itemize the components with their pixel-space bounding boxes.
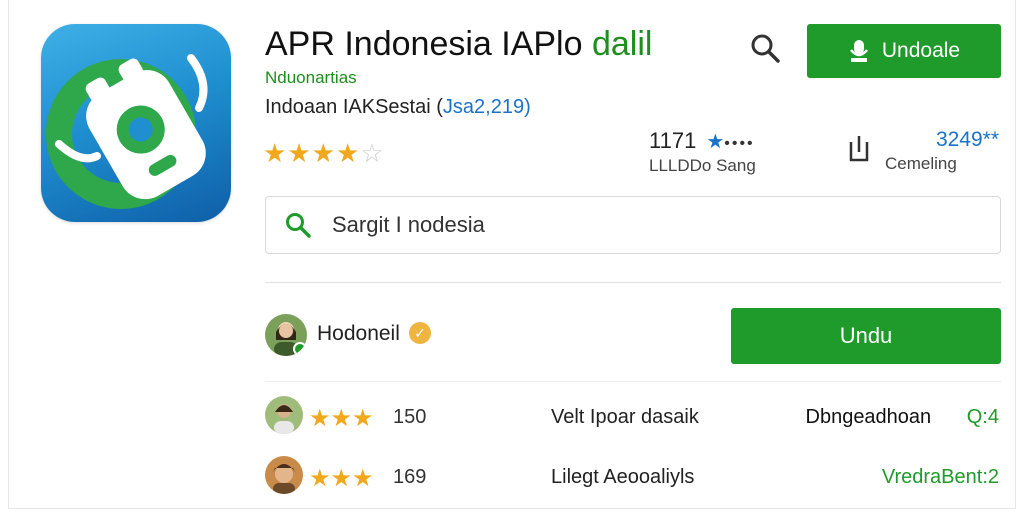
- install-button-label: Undoale: [881, 39, 961, 62]
- app-meta-close: ): [524, 96, 531, 118]
- review-text: Velt Ipoar dasaik: [551, 406, 699, 428]
- app-title-accent: dalil: [591, 25, 653, 63]
- developer-name[interactable]: Hodoneil: [317, 322, 400, 346]
- mic-icon: [849, 40, 868, 62]
- rating-stat-label: LLLDDo Sang: [649, 156, 756, 175]
- review-stars: ★★★: [309, 405, 374, 432]
- star-icon: ★: [311, 138, 336, 168]
- divider: [265, 282, 1001, 283]
- review-meta-text: VredraBent:2: [881, 466, 999, 488]
- download-button-label: Undu: [839, 323, 893, 348]
- developer-avatar[interactable]: [265, 314, 307, 356]
- rating-count: 1171: [649, 128, 697, 153]
- app-logo-icon[interactable]: [41, 24, 231, 222]
- search-bar[interactable]: [265, 196, 1001, 254]
- empty-star-icon: ☆: [360, 138, 385, 168]
- review-meta-value: Q:4: [966, 406, 999, 428]
- rating-stat: 1171 ★•••• LLLDDo Sang: [649, 128, 799, 176]
- review-text: Lilegt Aeooaliyls: [551, 466, 695, 488]
- verified-badge-icon: ✓: [409, 322, 431, 344]
- divider: [265, 381, 1001, 382]
- review-meta: VredraBent:2: [882, 466, 999, 489]
- app-meta-value: Jsa2,219: [442, 96, 525, 118]
- app-title: APR Indonesia IAPlo dalil: [265, 22, 652, 66]
- search-icon: [286, 213, 311, 238]
- review-stars: ★★★: [309, 465, 374, 492]
- star-icon: ★: [287, 138, 312, 168]
- reviewer-avatar: [265, 396, 303, 434]
- app-detail-card: APR Indonesia IAPlo dalil Nduonartias In…: [8, 0, 1016, 509]
- review-row[interactable]: ★★★ 150 Velt Ipoar dasaik Dbngeadhoan Q:…: [265, 396, 1005, 440]
- app-rating-stars: ★★★★☆: [263, 138, 385, 169]
- developer-link[interactable]: Nduonartias: [265, 68, 357, 88]
- search-icon[interactable]: [747, 30, 783, 66]
- review-meta-text: Dbngeadhoan: [805, 406, 932, 428]
- downloads-stat: 3249** Cemeling: [885, 128, 1015, 174]
- star-icon: ★: [263, 138, 288, 168]
- search-input[interactable]: [330, 209, 974, 241]
- downloads-count: 3249**: [935, 128, 999, 151]
- review-meta: Dbngeadhoan Q:4: [806, 406, 1000, 429]
- app-meta-text: Indoaan IAKSestai (: [265, 96, 443, 118]
- reviewer-avatar: [265, 456, 303, 494]
- app-title-main: APR Indonesia IAPlo: [265, 25, 583, 63]
- rating-dots: ••••: [724, 135, 755, 152]
- review-count: 169: [393, 466, 427, 488]
- review-row[interactable]: ★★★ 169 Lilegt Aeooaliyls VredraBent:2: [265, 456, 1005, 500]
- download-button[interactable]: Undu: [731, 308, 1001, 364]
- app-meta: Indoaan IAKSestai (Jsa2,219): [265, 96, 531, 119]
- rating-star-icon: ★: [706, 131, 725, 153]
- download-icon: [845, 134, 873, 171]
- review-count: 150: [393, 406, 427, 428]
- install-button[interactable]: Undoale: [807, 24, 1001, 78]
- downloads-label: Cemeling: [885, 154, 957, 173]
- half-star-icon: ★: [335, 138, 361, 168]
